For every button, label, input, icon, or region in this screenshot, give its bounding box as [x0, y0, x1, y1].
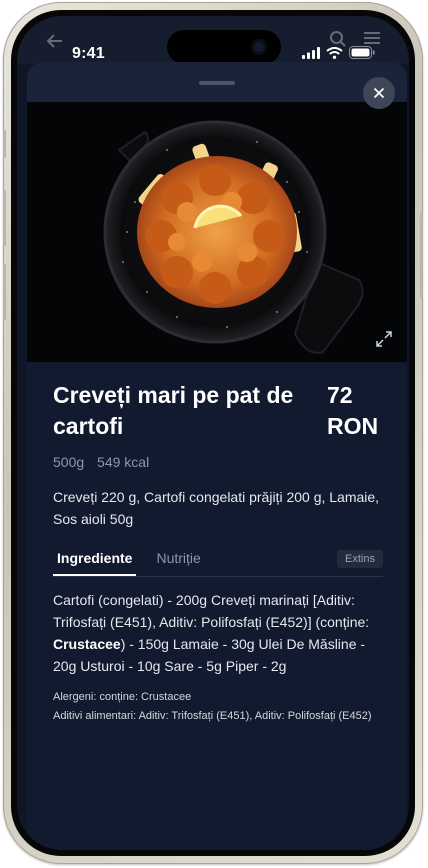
allergen-highlight: Crustacee	[53, 636, 121, 652]
details-tabs: Ingrediente Nutriție Extins	[53, 546, 383, 577]
menu-icon	[364, 32, 380, 44]
product-details: Creveți mari pe pat de cartofi 72 RON 50…	[53, 380, 383, 724]
extins-toggle[interactable]: Extins	[337, 550, 383, 568]
volume-up-button	[3, 190, 6, 246]
product-price: 72 RON	[327, 382, 379, 439]
allergens-line: Alergeni: conține: Crustacee	[53, 691, 192, 703]
power-button	[420, 212, 423, 298]
shrimp-dish-photo	[27, 102, 407, 362]
battery-icon	[349, 46, 375, 59]
product-image	[27, 102, 407, 362]
wifi-icon	[326, 46, 343, 59]
product-meta: 500g 549 kcal	[53, 454, 383, 470]
sheet-header	[27, 62, 407, 102]
bezel: 9:41 Creveți mari pe pat de cartofi 72 R…	[11, 10, 415, 856]
volume-down-button	[3, 264, 6, 320]
ingredients-part1: Cartofi (congelati) - 200g Creveți marin…	[53, 592, 370, 630]
mute-switch	[3, 130, 6, 158]
screen: 9:41 Creveți mari pe pat de cartofi 72 R…	[17, 16, 409, 850]
product-title: Creveți mari pe pat de cartofi	[53, 382, 294, 439]
product-sheet: Creveți mari pe pat de cartofi 72 RON 50…	[27, 62, 407, 850]
sheet-grabber[interactable]	[199, 81, 235, 85]
tab-nutritie[interactable]: Nutriție	[152, 546, 204, 566]
additives-line: Aditivi alimentari: Aditiv: Trifosfați (…	[53, 710, 372, 722]
product-description: Creveți 220 g, Cartofi congelati prăjiți…	[53, 489, 380, 527]
status-bar: 9:41	[17, 16, 409, 64]
tab-ingrediente[interactable]: Ingrediente	[53, 546, 137, 576]
product-calories: 549 kcal	[97, 454, 150, 470]
product-weight: 500g	[53, 454, 85, 470]
phone-frame: 9:41 Creveți mari pe pat de cartofi 72 R…	[3, 2, 423, 864]
status-time: 9:41	[72, 45, 105, 62]
back-arrow-icon	[47, 34, 62, 48]
status-icons	[302, 46, 375, 59]
close-icon	[373, 87, 385, 99]
ingredients-text: Cartofi (congelati) - 200g Creveți marin…	[53, 589, 383, 677]
close-button[interactable]	[363, 77, 395, 109]
signal-icon	[302, 46, 320, 59]
expand-icon[interactable]	[375, 330, 393, 348]
dynamic-island	[167, 30, 281, 64]
title-row: Creveți mari pe pat de cartofi 72 RON	[53, 380, 383, 442]
front-camera	[251, 39, 267, 55]
